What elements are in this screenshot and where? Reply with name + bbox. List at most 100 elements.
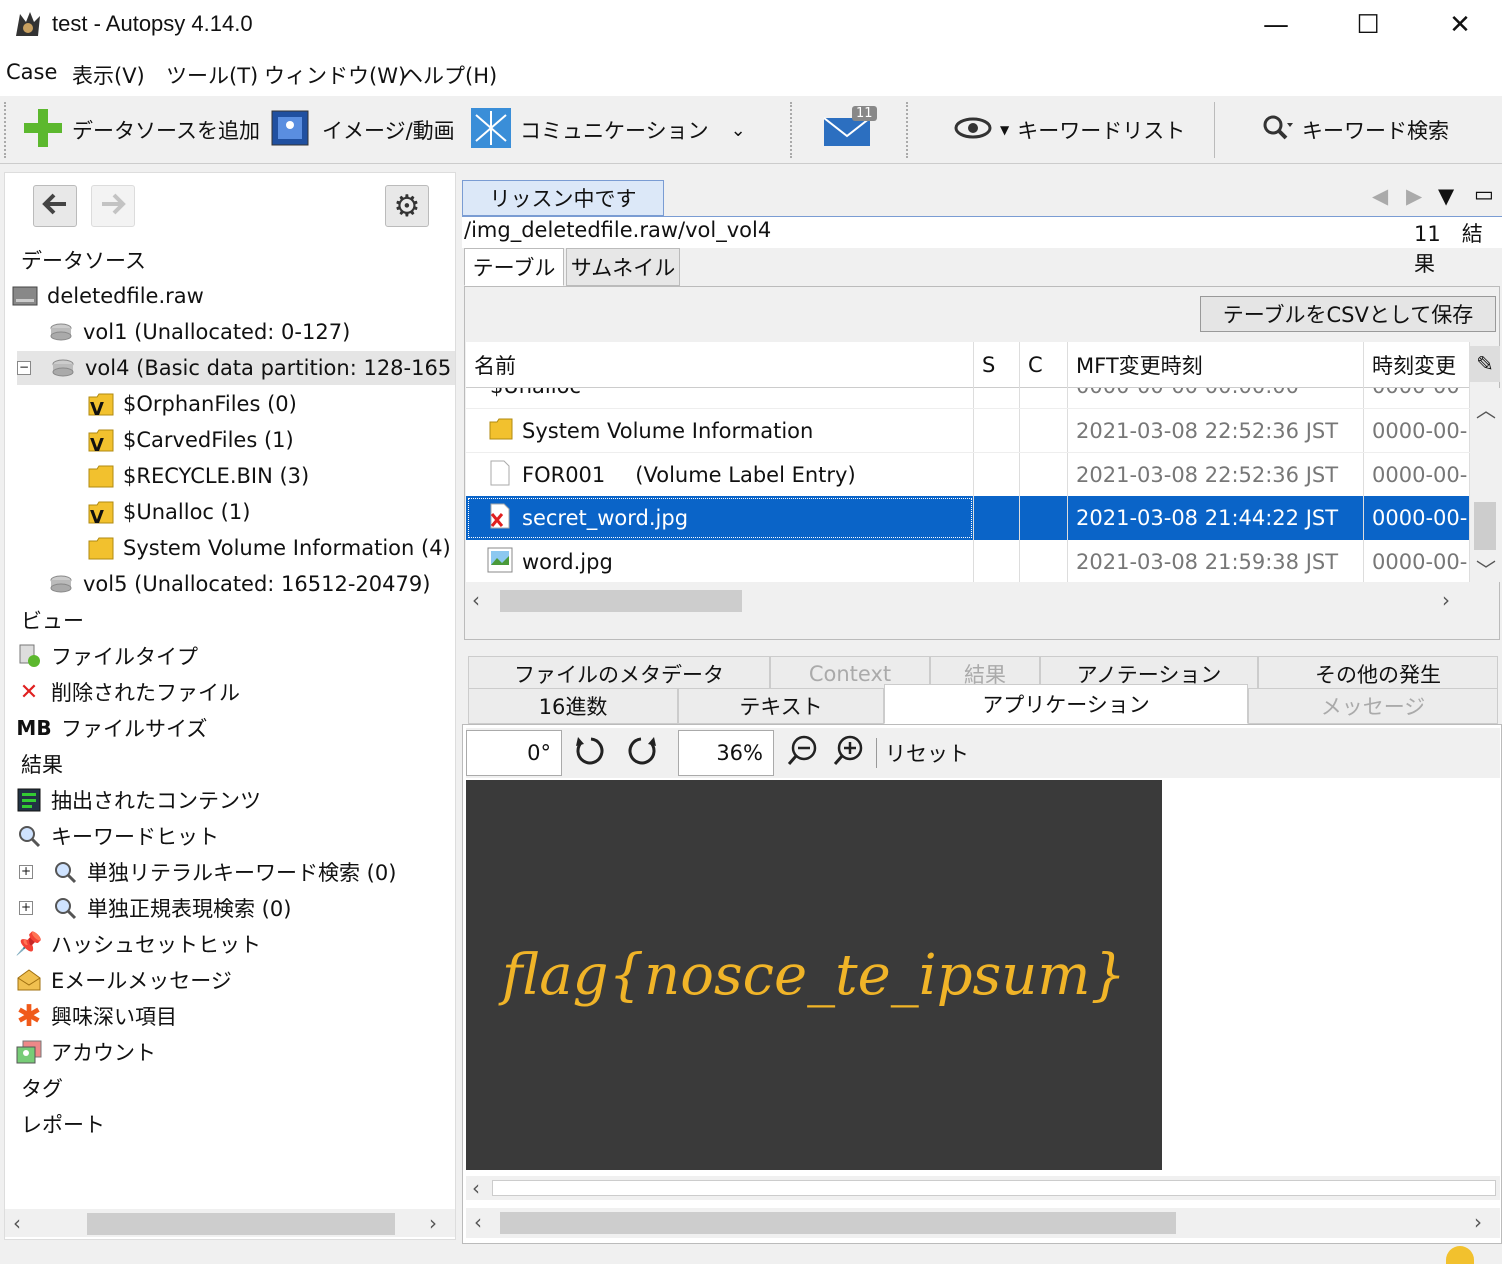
- scrollbar-thumb[interactable]: [492, 1180, 1496, 1196]
- scroll-left-icon[interactable]: ‹: [13, 1211, 21, 1235]
- tree-item-recycle[interactable]: $RECYCLE.BIN (3): [87, 459, 309, 493]
- scrollbar-thumb[interactable]: [500, 1212, 1176, 1234]
- maximize-window-icon[interactable]: ▭: [1474, 182, 1494, 206]
- tree-item-regex-search[interactable]: + 単独正規表現検索 (0): [19, 891, 291, 925]
- rotation-field[interactable]: 0°: [466, 730, 562, 776]
- tree-item-carved[interactable]: V $CarvedFiles (1): [87, 423, 294, 457]
- expand-icon[interactable]: +: [19, 865, 33, 879]
- tree-item-vol4[interactable]: − vol4 (Basic data partition: 128-165: [17, 351, 455, 385]
- rotate-left-icon[interactable]: [574, 734, 608, 773]
- forward-button[interactable]: [91, 185, 135, 227]
- tree-item-literal-search[interactable]: + 単独リテラルキーワード検索 (0): [19, 855, 396, 889]
- menu-view[interactable]: 表示(V): [72, 60, 145, 90]
- table-row[interactable]: word.jpg 2021-03-08 21:59:38 JST 0000-00…: [466, 540, 1470, 582]
- tree-item-vol5[interactable]: vol5 (Unallocated: 16512-20479): [47, 567, 430, 601]
- tab-application[interactable]: アプリケーション: [884, 684, 1248, 724]
- scroll-left-icon[interactable]: ‹: [472, 588, 480, 612]
- maximize-button[interactable]: ☐: [1322, 0, 1414, 50]
- table-horizontal-scrollbar[interactable]: ‹ ›: [466, 586, 1470, 614]
- viewer-horizontal-scrollbar[interactable]: ‹ ›: [466, 1208, 1500, 1238]
- tab-listening[interactable]: リッスン中です: [462, 180, 664, 216]
- column-chooser-icon[interactable]: ✎: [1470, 346, 1500, 382]
- zoom-field[interactable]: 36%: [678, 730, 774, 776]
- zoom-out-icon[interactable]: [786, 734, 820, 773]
- expand-icon[interactable]: +: [19, 901, 33, 915]
- communication-button[interactable]: コミュニケーション ⌄: [470, 96, 746, 164]
- tree-item-vol1[interactable]: vol1 (Unallocated: 0-127): [47, 315, 350, 349]
- table-row-selected[interactable]: secret_word.jpg 2021-03-08 21:44:22 JST …: [466, 496, 1470, 540]
- scroll-right-icon[interactable]: ›: [429, 1211, 437, 1235]
- tab-hex[interactable]: 16進数: [468, 688, 678, 724]
- settings-button[interactable]: ⚙: [385, 185, 429, 227]
- tree-item-accounts[interactable]: アカウント: [15, 1035, 156, 1069]
- zoom-in-icon[interactable]: [832, 734, 866, 773]
- keyword-search-button[interactable]: キーワード検索: [1262, 96, 1449, 164]
- menu-tools[interactable]: ツール(T): [166, 60, 258, 90]
- table-vertical-scrollbar[interactable]: ︿ ﹀: [1470, 388, 1500, 582]
- tree-item-sysvol[interactable]: System Volume Information (4): [87, 531, 451, 565]
- tab-scroll-right-icon[interactable]: ▶: [1406, 184, 1422, 208]
- tab-file-metadata[interactable]: ファイルのメタデータ: [468, 656, 770, 692]
- column-header-name[interactable]: 名前: [466, 342, 974, 388]
- tree-item-keyword-hits[interactable]: キーワードヒット: [15, 819, 219, 853]
- menu-case[interactable]: Case: [6, 60, 57, 84]
- scroll-right-icon[interactable]: ›: [1442, 588, 1450, 612]
- column-header-mft-time[interactable]: MFT変更時刻: [1068, 342, 1364, 388]
- reset-button[interactable]: リセット: [876, 738, 969, 768]
- tree-horizontal-scrollbar[interactable]: ‹ ›: [5, 1209, 455, 1237]
- scrollbar-thumb[interactable]: [500, 590, 742, 612]
- scrollbar-thumb[interactable]: [1474, 502, 1496, 550]
- scroll-down-icon[interactable]: ﹀: [1476, 554, 1496, 583]
- tree-results-header[interactable]: 結果: [21, 747, 63, 781]
- tab-text[interactable]: テキスト: [678, 688, 884, 724]
- tree-item-unalloc[interactable]: V $Unalloc (1): [87, 495, 250, 529]
- rotate-right-icon[interactable]: [624, 734, 658, 773]
- tree-reports-header[interactable]: レポート: [21, 1107, 105, 1141]
- table-row[interactable]: FOR001 (Volume Label Entry) 2021-03-08 2…: [466, 452, 1470, 497]
- save-csv-button[interactable]: テーブルをCSVとして保存: [1200, 296, 1496, 332]
- image-horizontal-scrollbar[interactable]: ‹: [466, 1176, 1500, 1200]
- keyword-list-button[interactable]: ▼ キーワードリスト: [954, 96, 1185, 164]
- menu-help[interactable]: ヘルプ(H): [402, 60, 497, 90]
- table-body: $Unalloc 0000-00-00 00:00:00 0000-00- Sy…: [466, 388, 1470, 582]
- image-video-button[interactable]: イメージ/動画: [270, 96, 455, 164]
- scrollbar-thumb[interactable]: [87, 1213, 395, 1235]
- add-datasource-label: データソースを追加: [72, 119, 260, 143]
- tree-item-orphan[interactable]: V $OrphanFiles (0): [87, 387, 297, 421]
- cell-mft: 2021-03-08 22:52:36 JST: [1068, 453, 1364, 497]
- scroll-left-icon[interactable]: ‹: [474, 1210, 482, 1234]
- column-header-time-changed[interactable]: 時刻変更: [1364, 342, 1470, 388]
- back-button[interactable]: [33, 185, 77, 227]
- tab-messages[interactable]: メッセージ: [1248, 688, 1498, 724]
- tree-item-filesize[interactable]: MB ファイルサイズ: [15, 711, 207, 745]
- mail-button[interactable]: 11: [822, 96, 877, 164]
- add-datasource-button[interactable]: データソースを追加: [22, 96, 260, 164]
- column-header-s[interactable]: S: [974, 342, 1020, 388]
- tree-views-header[interactable]: ビュー: [21, 603, 84, 637]
- tree-item-deleted[interactable]: ✕ 削除されたファイル: [15, 675, 240, 709]
- table-row[interactable]: $Unalloc 0000-00-00 00:00:00 0000-00-: [466, 388, 1470, 408]
- collapse-icon[interactable]: −: [17, 361, 31, 375]
- tree-item-interesting[interactable]: ✱ 興味深い項目: [15, 999, 177, 1034]
- tree-datasources-header[interactable]: データソース: [21, 243, 146, 277]
- notification-icon[interactable]: [1446, 1246, 1474, 1264]
- tree-item-extracted[interactable]: 抽出されたコンテンツ: [15, 783, 261, 817]
- tree-tags-header[interactable]: タグ: [21, 1071, 63, 1105]
- table-row[interactable]: System Volume Information 2021-03-08 22:…: [466, 408, 1470, 453]
- column-header-c[interactable]: C: [1020, 342, 1068, 388]
- tab-scroll-left-icon[interactable]: ◀: [1372, 184, 1388, 208]
- scroll-right-icon[interactable]: ›: [1474, 1210, 1482, 1234]
- close-button[interactable]: ✕: [1414, 0, 1502, 50]
- tab-table[interactable]: テーブル: [464, 248, 564, 286]
- minimize-button[interactable]: —: [1230, 0, 1322, 50]
- tree-item-filetype[interactable]: ファイルタイプ: [15, 639, 198, 673]
- menu-window[interactable]: ウィンドウ(W): [264, 60, 406, 90]
- scroll-left-icon[interactable]: ‹: [472, 1176, 480, 1200]
- tree-item-hashset[interactable]: 📌 ハッシュセットヒット: [15, 927, 261, 961]
- tree-item-image[interactable]: deletedfile.raw: [11, 279, 204, 313]
- tab-other-occurrences[interactable]: その他の発生: [1258, 656, 1498, 692]
- tree-item-email[interactable]: Eメールメッセージ: [15, 963, 232, 997]
- scroll-up-icon[interactable]: ︿: [1476, 394, 1496, 423]
- tab-list-dropdown-icon[interactable]: ▼: [1438, 184, 1454, 208]
- tab-thumbnail[interactable]: サムネイル: [566, 248, 680, 286]
